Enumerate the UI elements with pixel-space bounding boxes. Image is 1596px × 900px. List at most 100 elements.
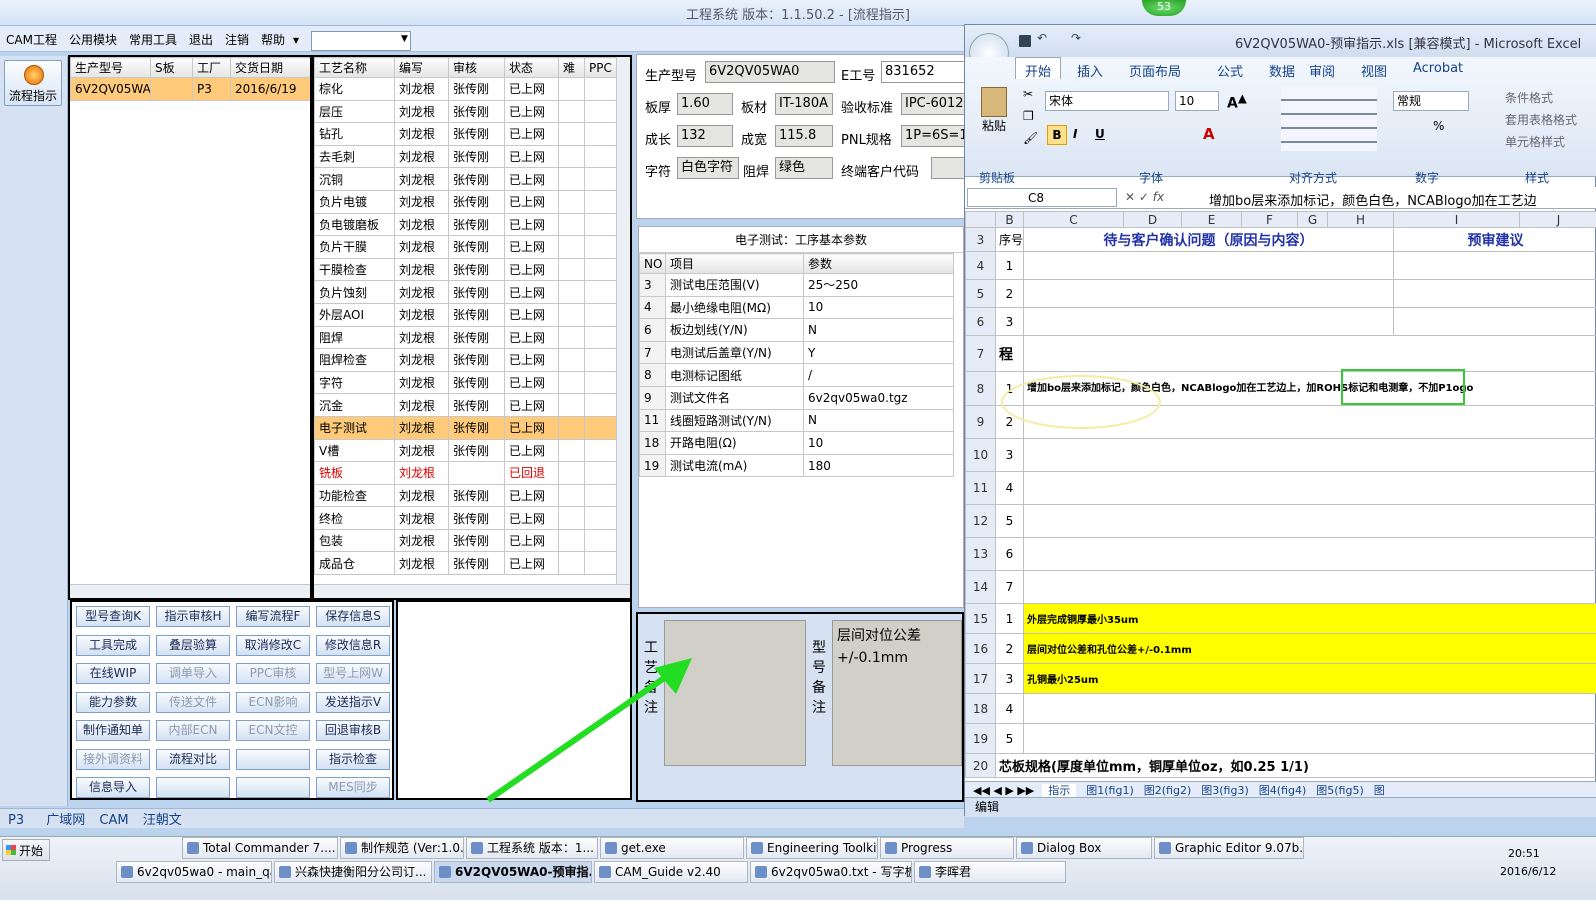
table-row[interactable]: 负片蚀刻 刘龙根 张传刚 已上网: [314, 280, 617, 304]
action-button-6-1[interactable]: [156, 777, 230, 798]
action-button-2-3[interactable]: 型号上网W: [316, 663, 390, 684]
format-painter-icon[interactable]: 🖌: [1023, 131, 1038, 145]
sheet-tab-5[interactable]: 图5(fig5): [1316, 784, 1364, 797]
len-field[interactable]: 132: [677, 125, 733, 147]
cust-field[interactable]: [931, 157, 967, 179]
table-row[interactable]: 终检 刘龙根 张传刚 已上网: [314, 506, 617, 530]
clock[interactable]: 20:51: [1508, 847, 1540, 860]
table-row[interactable]: 3 序号 待与客户确认问题（原因与内容） 预审建议: [965, 227, 1596, 252]
action-button-2-1[interactable]: 调单导入: [156, 663, 230, 684]
action-button-4-1[interactable]: 内部ECN: [156, 720, 230, 741]
table-row[interactable]: 17 3 孔铜最小25um: [965, 663, 1596, 694]
menu-tools[interactable]: 常用工具: [123, 26, 183, 53]
number-format-select[interactable]: 常规: [1393, 91, 1469, 111]
name-box[interactable]: C8: [967, 188, 1117, 207]
taskbar-item-2[interactable]: 工程系统 版本：1...: [466, 837, 598, 859]
model-field[interactable]: 6V2QV05WA0: [705, 61, 835, 83]
table-row[interactable]: 52: [965, 279, 1596, 308]
action-button-3-3[interactable]: 发送指示V: [316, 691, 390, 713]
wid-field[interactable]: 115.8: [775, 125, 833, 147]
fx-icon[interactable]: ✕ ✓ fx: [1125, 190, 1164, 204]
action-button-4-0[interactable]: 制作通知单: [76, 720, 150, 741]
thick-field[interactable]: 1.60: [677, 93, 733, 115]
menu-logout[interactable]: 注销: [219, 26, 255, 53]
table-row[interactable]: 6V2QV05WA0 P3 2016/6/19: [70, 77, 310, 101]
table-row[interactable]: 阻焊检查 刘龙根 张传刚 已上网: [314, 348, 617, 372]
action-button-2-0[interactable]: 在线WIP: [76, 663, 150, 684]
taskbar-item-1[interactable]: 制作规范 (Ver:1.0.6): [340, 837, 464, 859]
date[interactable]: 2016/6/12: [1500, 865, 1556, 878]
taskbar-item-5[interactable]: Progress: [880, 837, 1014, 859]
orders-hscroll[interactable]: [70, 584, 310, 598]
copy-icon[interactable]: ❐: [1023, 109, 1034, 123]
align-group[interactable]: [1281, 87, 1377, 151]
char-field[interactable]: 白色字符: [677, 157, 739, 179]
table-row[interactable]: 20 芯板规格(厚度单位mm，铜厚单位oz，如0.25 1/1): [965, 753, 1596, 778]
col-date[interactable]: 交货日期: [230, 57, 310, 78]
process-vscroll[interactable]: [616, 57, 630, 584]
std-field[interactable]: IPC-6012: [901, 93, 967, 115]
paste-button[interactable]: 粘贴: [975, 87, 1013, 159]
pnl-field[interactable]: 1P=6S=1: [901, 125, 968, 147]
col-factory[interactable]: 工厂: [192, 57, 231, 78]
action-button-1-0[interactable]: 工具完成: [76, 634, 150, 656]
action-button-0-3[interactable]: 保存信息S: [316, 606, 390, 627]
ribbon-tab-3[interactable]: 公式: [1217, 61, 1243, 80]
action-button-5-1[interactable]: 流程对比: [156, 748, 230, 770]
underline-button[interactable]: U: [1095, 127, 1105, 141]
action-button-1-2[interactable]: 取消修改C: [236, 634, 310, 656]
table-row[interactable]: 层压 刘龙根 张传刚 已上网: [314, 99, 617, 124]
redo-icon[interactable]: ↷: [1071, 31, 1081, 45]
action-button-3-0[interactable]: 能力参数: [76, 691, 150, 713]
table-row[interactable]: 14 7: [965, 570, 1596, 604]
taskbar-item-r2-4[interactable]: 6v2qv05wa0.txt - 写字板: [750, 861, 912, 883]
col-status[interactable]: 状态: [504, 57, 559, 78]
table-row[interactable]: 干膜检查 刘龙根 张传刚 已上网: [314, 257, 617, 282]
table-row[interactable]: 沉金 刘龙根 张传刚 已上网: [314, 393, 617, 417]
table-row[interactable]: 41: [965, 251, 1596, 280]
italic-button[interactable]: I: [1073, 127, 1077, 141]
table-row[interactable]: 阻焊 刘龙根 张传刚 已上网: [314, 325, 617, 350]
action-button-1-1[interactable]: 叠层验算: [156, 634, 230, 656]
bold-button[interactable]: B: [1047, 125, 1067, 145]
table-row[interactable]: 63: [965, 307, 1596, 336]
col-writer[interactable]: 编写: [394, 57, 449, 78]
taskbar-item-r2-5[interactable]: 李晖君: [914, 861, 1066, 883]
table-row[interactable]: 负电镀磨板 刘龙根 张传刚 已上网: [314, 212, 617, 237]
tab-cam[interactable]: CAM: [99, 813, 128, 828]
action-button-6-3[interactable]: MES同步: [316, 777, 390, 798]
col-difficulty[interactable]: 难: [558, 57, 585, 78]
menu-cam[interactable]: CAM工程: [0, 26, 63, 53]
table-row[interactable]: 19 5: [965, 723, 1596, 754]
table-row[interactable]: 沉铜 刘龙根 张传刚 已上网: [314, 167, 617, 191]
sheet-tab-2[interactable]: 图2(fig2): [1144, 784, 1192, 797]
table-row[interactable]: 8 电测标记图纸 /: [639, 363, 954, 387]
col-model[interactable]: 生产型号: [70, 57, 151, 78]
menu-common[interactable]: 公用模块: [63, 26, 123, 53]
action-button-6-2[interactable]: [236, 777, 310, 798]
table-row[interactable]: 7程: [965, 335, 1596, 372]
table-row[interactable]: 9 测试文件名 6v2qv05wa0.tgz: [639, 385, 954, 410]
taskbar-item-0[interactable]: Total Commander 7....: [182, 837, 338, 859]
cond-format-button[interactable]: 条件格式: [1505, 89, 1553, 106]
sheet-tab-0[interactable]: 指示: [1042, 784, 1077, 797]
table-row[interactable]: 16 2 层间对位公差和孔位公差+/-0.1mm: [965, 633, 1596, 664]
action-button-3-1[interactable]: 传送文件: [156, 691, 230, 713]
sheet-tab-6[interactable]: 图: [1374, 784, 1385, 797]
action-button-4-3[interactable]: 回退审核B: [316, 720, 390, 741]
action-button-3-2[interactable]: ECN影响: [236, 691, 310, 713]
action-button-2-2[interactable]: PPC审核: [236, 663, 310, 684]
table-row[interactable]: BCDEFGHIJ: [965, 211, 1596, 228]
font-size-select[interactable]: 10: [1175, 91, 1219, 111]
ribbon-tab-4[interactable]: 数据: [1269, 61, 1295, 80]
ribbon-tab-0[interactable]: 开始: [1025, 61, 1051, 80]
process-hscroll[interactable]: [314, 584, 630, 598]
table-row[interactable]: 包装 刘龙根 张传刚 已上网: [314, 528, 617, 553]
save-icon[interactable]: [1019, 35, 1031, 47]
taskbar-item-r2-0[interactable]: 6v2qv05wa0 - main_qa: [116, 861, 272, 883]
taskbar-item-7[interactable]: Graphic Editor 9.07b...: [1154, 837, 1304, 859]
flow-indication-button[interactable]: 流程指示: [4, 60, 62, 106]
undo-icon[interactable]: ↶: [1037, 31, 1047, 45]
tab-user[interactable]: 汪朝文: [143, 813, 182, 828]
table-row[interactable]: 19 测试电流(mA) 180: [639, 453, 954, 478]
